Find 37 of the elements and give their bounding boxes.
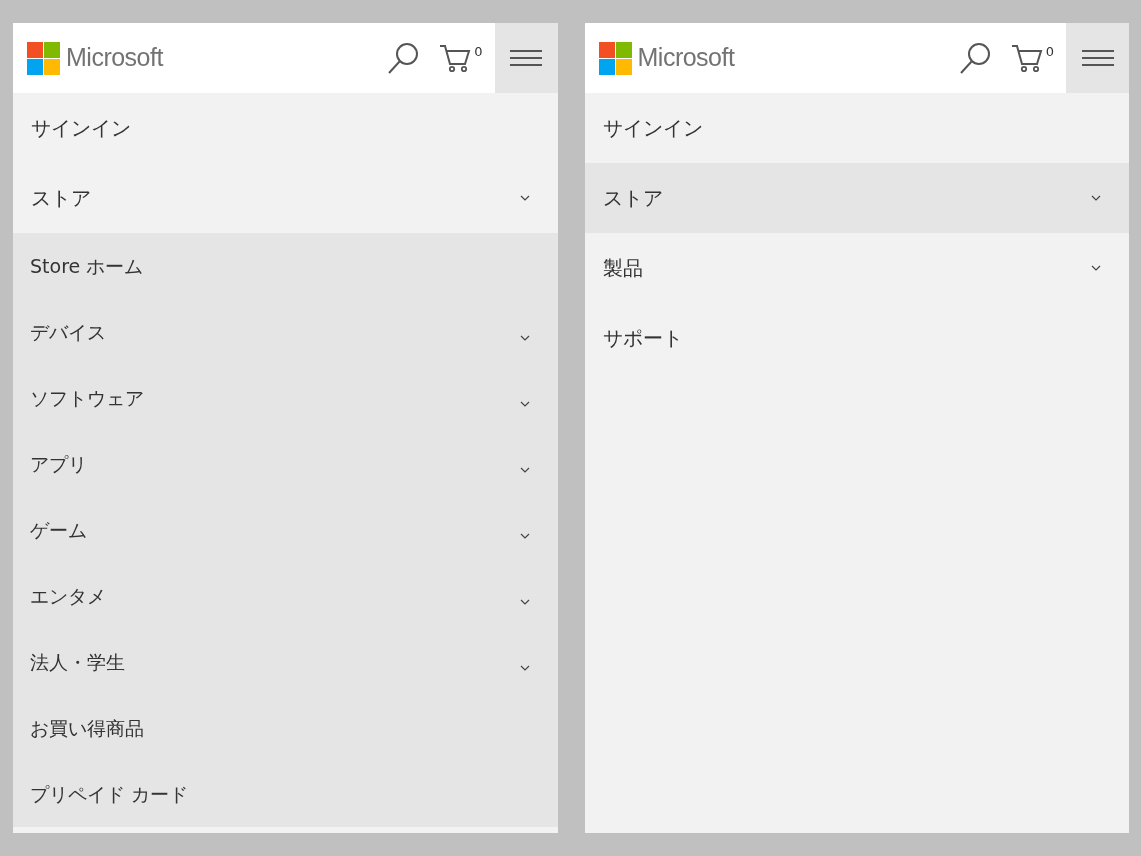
chevron-icon: [519, 466, 530, 474]
menu-button[interactable]: [494, 23, 558, 93]
submenu-item[interactable]: ゲーム: [13, 497, 558, 563]
menu-button[interactable]: [1066, 23, 1129, 93]
menu-item[interactable]: ストア: [584, 163, 1129, 233]
logo-link[interactable]: Microsoft: [27, 39, 163, 77]
chevron-icon: [519, 400, 530, 408]
submenu-item[interactable]: お買い得商品: [13, 695, 558, 761]
submenu-item[interactable]: Store ホーム: [13, 233, 558, 299]
logo-text: Microsoft: [637, 42, 735, 74]
windows-squares-icon: [27, 41, 60, 75]
submenu-item[interactable]: ソフトウェア: [13, 365, 558, 431]
chevron-icon: [1091, 264, 1101, 272]
search-button[interactable]: [387, 42, 420, 74]
windows-squares-icon: [598, 41, 632, 75]
search-button[interactable]: [958, 42, 991, 74]
submenu-item[interactable]: 法人・学生: [13, 629, 558, 695]
chevron-icon: [519, 664, 530, 672]
chevron-icon: [519, 532, 530, 540]
search-icon: [387, 42, 420, 74]
chevron-icon: [519, 194, 530, 202]
chevron-icon: [1091, 194, 1101, 202]
submenu-item[interactable]: エンタメ: [13, 563, 558, 629]
menu-icon: [510, 50, 542, 66]
chevron-icon: [519, 598, 530, 606]
chevron-icon: [519, 334, 530, 342]
submenu-item[interactable]: プリペイド カード: [13, 761, 558, 827]
logo-link[interactable]: Microsoft: [598, 39, 735, 77]
cart-button[interactable]: 0: [1010, 43, 1054, 73]
search-icon: [958, 42, 991, 74]
cart-icon: [1010, 43, 1043, 73]
menu-icon: [1081, 50, 1114, 66]
submenu-item[interactable]: デバイス: [13, 299, 558, 365]
submenu-item[interactable]: アプリ: [13, 431, 558, 497]
cart-button[interactable]: 0: [439, 43, 483, 73]
logo-text: Microsoft: [66, 42, 163, 74]
cart-icon: [439, 43, 472, 73]
